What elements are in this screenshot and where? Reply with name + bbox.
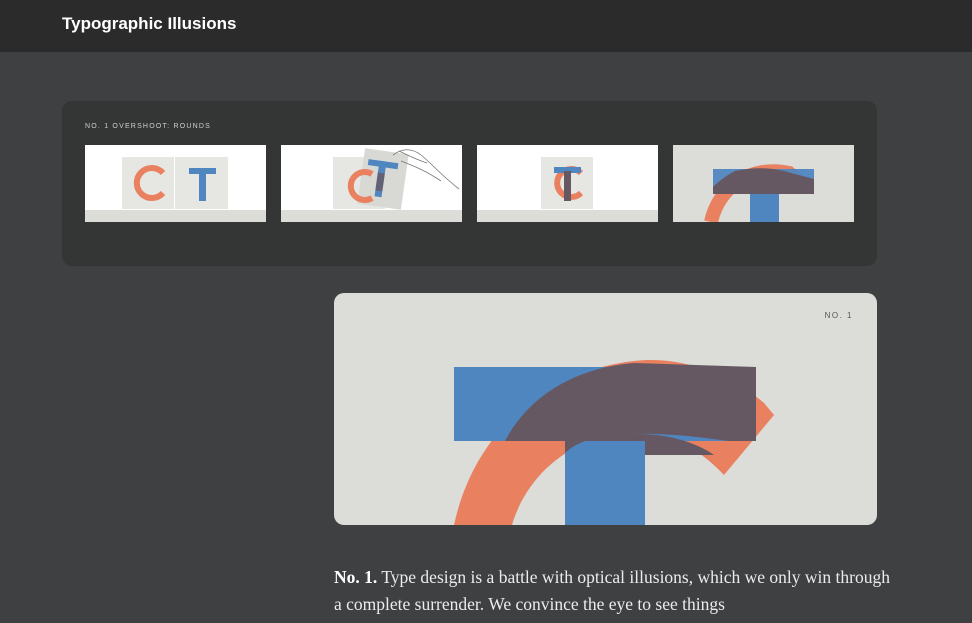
site-title[interactable]: Typographic Illusions [62, 14, 236, 34]
article-lead: No. 1. [334, 567, 378, 587]
article-paragraph: No. 1. Type design is a battle with opti… [334, 564, 894, 618]
illustration-strip: NO. 1 OVERSHOOT: ROUNDS [62, 101, 877, 266]
article-text: Type design is a battle with optical ill… [334, 567, 890, 614]
top-bar: Typographic Illusions [0, 0, 972, 52]
ct-separate-illustration [122, 157, 228, 209]
hero-illustration-card: NO. 1 [334, 293, 877, 525]
t-overshoot-zoom-illustration [704, 164, 814, 222]
thumbnail-3[interactable] [477, 145, 658, 222]
thumbnail-1[interactable] [85, 145, 266, 222]
thumbnail-2[interactable] [281, 145, 462, 222]
t-overshoot-hero-graphic [454, 360, 774, 525]
ct-drag-illustration [333, 148, 460, 210]
strip-label: NO. 1 OVERSHOOT: ROUNDS [85, 123, 212, 130]
ct-overlap-illustration [541, 157, 593, 209]
thumbnail-4[interactable] [673, 145, 854, 222]
